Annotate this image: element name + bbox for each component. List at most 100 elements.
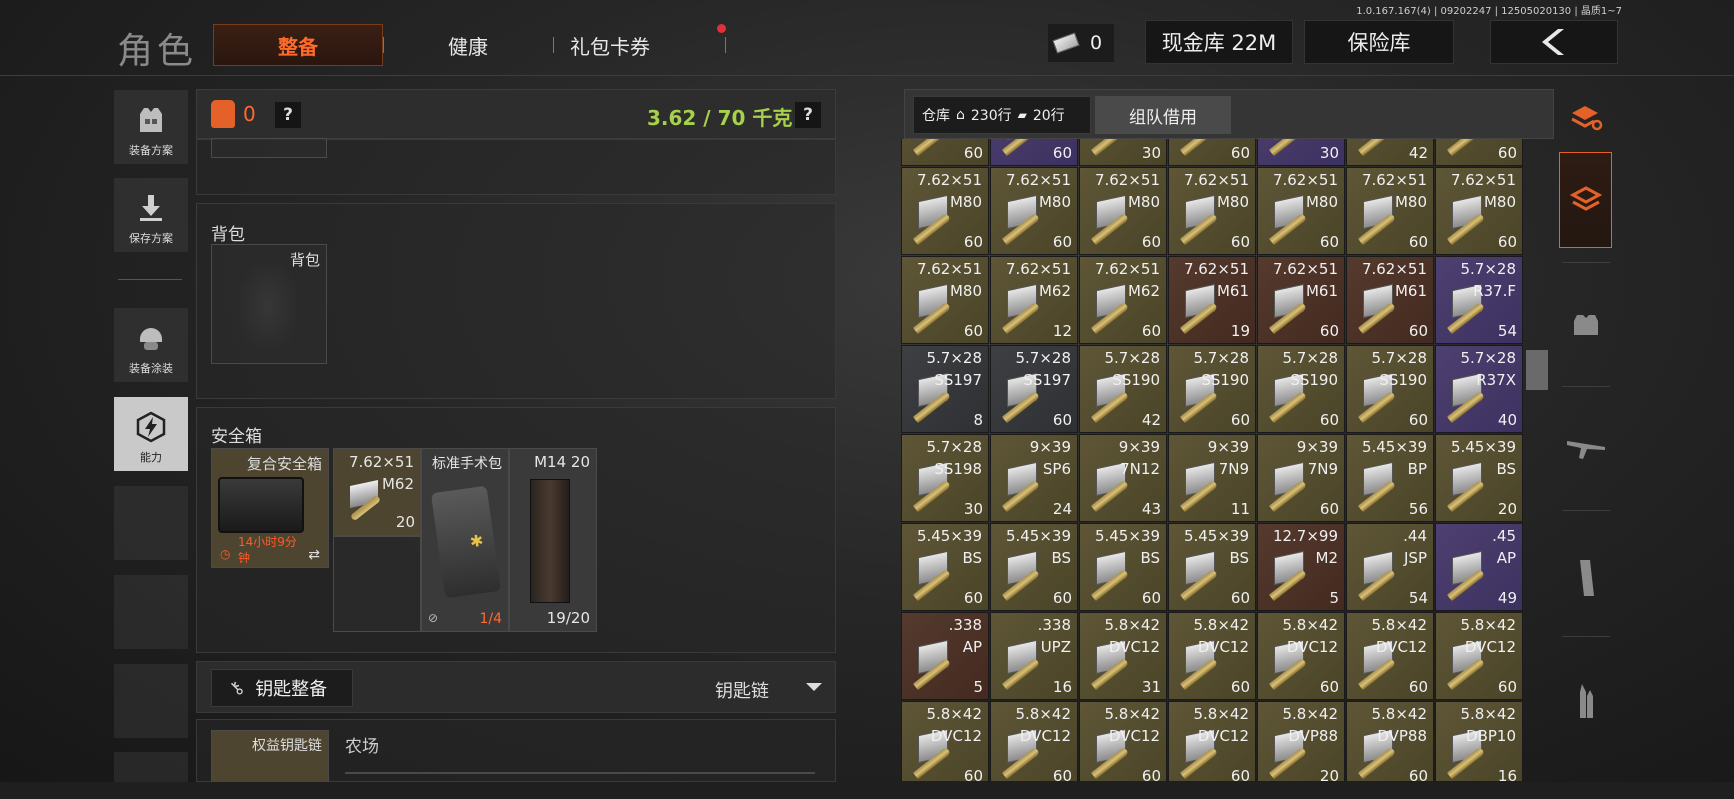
sidebar-item-loadout-plans[interactable]: 装备方案 (114, 90, 188, 164)
ammo-type: M62 (1127, 282, 1160, 300)
ammo-type: DVC12 (1375, 638, 1427, 656)
cash-vault-button[interactable]: 现金库 22M (1145, 20, 1293, 64)
ammo-cell[interactable]: 9×39 7N9 60 (1257, 434, 1345, 522)
ammo-cell[interactable]: 5.7×28 SS197 60 (990, 345, 1078, 433)
warehouse-scrollbar[interactable] (1526, 350, 1548, 390)
ammo-cell[interactable]: 7.62×51 M80 60 (901, 256, 989, 344)
rifle-icon[interactable] (1560, 422, 1612, 474)
all-items-icon[interactable] (1560, 174, 1612, 226)
ammo-caliber: 5.8×42 (1104, 705, 1160, 723)
ammo-cell[interactable]: 12.7×99 M2 5 (1257, 523, 1345, 611)
ammo-cell[interactable]: 7.62×51 M80 60 (1168, 167, 1256, 255)
download-icon (135, 192, 167, 224)
ammo-caliber: 5.8×42 (1193, 616, 1249, 634)
ammo-cell[interactable]: 7.62×51 M62 12 (990, 256, 1078, 344)
ammo-cell[interactable]: 5.8×42 DVC12 60 (1168, 701, 1256, 781)
keychain-dropdown-label[interactable]: 钥匙链 (715, 677, 769, 703)
ammo-count: 8 (973, 411, 983, 429)
ammo-cell[interactable]: 30 (1079, 139, 1167, 166)
ammo-cell[interactable]: 5.45×39 BS 60 (1079, 523, 1167, 611)
ammo-cell[interactable]: 5.45×39 BS 60 (1168, 523, 1256, 611)
ammo-cell[interactable]: 7.62×51 M61 60 (1257, 256, 1345, 344)
ammo-cell[interactable]: 5.8×42 DVC12 60 (990, 701, 1078, 781)
safebox-magazine-slot[interactable]: M14 20 19/20 (509, 448, 597, 632)
ammo-count: 60 (1408, 322, 1428, 340)
ammo-cell[interactable]: 5.45×39 BS 60 (990, 523, 1078, 611)
ammo-cell[interactable]: 5.8×42 DVC12 60 (1257, 612, 1345, 700)
safebox-empty-slot[interactable] (333, 536, 421, 632)
ammo-cell[interactable]: 7.62×51 M80 60 (1435, 167, 1523, 255)
ammo-cell[interactable]: .338 UPZ 16 (990, 612, 1078, 700)
backpack-slot[interactable]: 背包 (211, 244, 327, 364)
swap-icon[interactable]: ⇄ (308, 547, 320, 563)
ammo-cell[interactable]: 5.7×28 SS198 30 (901, 434, 989, 522)
ammo-cell[interactable]: 5.8×42 DVC12 60 (1435, 612, 1523, 700)
ammo-cell[interactable]: 5.8×42 DVC12 60 (901, 701, 989, 781)
ammo-cell[interactable]: 60 (901, 139, 989, 166)
ammo-cell[interactable]: 7.62×51 M80 60 (1257, 167, 1345, 255)
ammo-cell[interactable]: 5.8×42 DVP88 20 (1257, 701, 1345, 781)
ammo-cell[interactable]: 7.62×51 M80 60 (901, 167, 989, 255)
ammo-cell[interactable]: 9×39 7N9 11 (1168, 434, 1256, 522)
ammo-cell[interactable]: 5.45×39 BS 20 (1435, 434, 1523, 522)
ammo-cell[interactable]: 60 (1168, 139, 1256, 166)
rail-divider (1562, 636, 1610, 637)
safe-vault-button[interactable]: 保险库 (1304, 20, 1454, 64)
ammo-cell[interactable]: 5.8×42 DVC12 60 (1079, 701, 1167, 781)
ammo-cell[interactable]: 5.7×28 SS190 60 (1168, 345, 1256, 433)
ammo-cell[interactable]: 5.8×42 DVP88 60 (1346, 701, 1434, 781)
sidebar-item-save-plan[interactable]: 保存方案 (114, 178, 188, 252)
ammo-cell[interactable]: 5.8×42 DVC12 31 (1079, 612, 1167, 700)
ammo-cell[interactable]: 9×39 7N12 43 (1079, 434, 1167, 522)
armor-icon[interactable] (1560, 298, 1612, 350)
ticket-icon: ▰ (1017, 108, 1027, 122)
ammo-cell[interactable]: .45 AP 49 (1435, 523, 1523, 611)
ammo-cell[interactable]: 5.45×39 BS 60 (901, 523, 989, 611)
ammo-cell[interactable]: 5.8×42 DVC12 60 (1346, 612, 1434, 700)
chevron-down-icon[interactable] (803, 676, 825, 698)
ammo-cell[interactable]: 7.62×51 M80 60 (990, 167, 1078, 255)
ammo-cell[interactable]: 5.7×28 SS190 60 (1257, 345, 1345, 433)
equipment-slot[interactable] (211, 138, 327, 158)
safebox-case-slot[interactable]: 复合安全箱 14小时9分 ◷ 钟 ⇄ (211, 448, 329, 568)
ammo-cell[interactable]: .338 AP 5 (901, 612, 989, 700)
safebox-ammo-slot[interactable]: 7.62×51 M62 20 (333, 448, 421, 536)
ammo-cell[interactable]: 30 (1257, 139, 1345, 166)
ammo-cell[interactable]: 5.7×28 SS190 42 (1079, 345, 1167, 433)
ammo-icon[interactable] (1560, 676, 1612, 728)
keychain-slot[interactable]: 权益钥匙链 (211, 730, 329, 790)
weight-help-button[interactable]: ? (795, 102, 821, 128)
tab-loadout[interactable]: 整备 (213, 24, 383, 66)
tab-gift-coupons[interactable]: 礼包卡券 (525, 24, 695, 66)
ammo-cell[interactable]: 60 (1435, 139, 1523, 166)
sidebar-item-skins[interactable]: 装备涂装 (114, 308, 188, 382)
ammo-cell[interactable]: 5.7×28 SS197 8 (901, 345, 989, 433)
ammo-cell[interactable]: 42 (1346, 139, 1434, 166)
safebox-medkit-slot[interactable]: 标准手术包 ✱ ⊘ 1/4 (421, 448, 509, 632)
ammo-count: 60 (1052, 767, 1072, 781)
ammo-cell[interactable]: 60 (990, 139, 1078, 166)
team-borrow-button[interactable]: 组队借用 (1095, 96, 1231, 134)
ammo-cell[interactable]: .44 JSP 54 (1346, 523, 1434, 611)
backpack-help-button[interactable]: ? (275, 102, 301, 128)
magazine-icon[interactable] (1560, 552, 1612, 604)
ammo-cell[interactable]: 5.8×42 DVC12 60 (1168, 612, 1256, 700)
ammo-cell[interactable]: 5.8×42 DBP10 16 (1435, 701, 1523, 781)
sidebar-item-ability[interactable]: 能力 (114, 397, 188, 471)
ammo-type: BS (1140, 549, 1160, 567)
ammo-cell[interactable]: 7.62×51 M80 60 (1079, 167, 1167, 255)
back-button[interactable] (1490, 20, 1618, 64)
sort-icon[interactable] (1560, 92, 1612, 144)
ammo-cell[interactable]: 7.62×51 M62 60 (1079, 256, 1167, 344)
ammo-cell[interactable]: 5.7×28 R37.F 54 (1435, 256, 1523, 344)
ammo-caliber: 5.7×28 (1015, 349, 1071, 367)
key-loadout-button[interactable]: ⚷ 钥匙整备 (211, 669, 353, 707)
ammo-cell[interactable]: 7.62×51 M61 19 (1168, 256, 1256, 344)
ammo-cell[interactable]: 5.7×28 SS190 60 (1346, 345, 1434, 433)
ammo-cell[interactable]: 5.45×39 BP 56 (1346, 434, 1434, 522)
ammo-cell[interactable]: 7.62×51 M61 60 (1346, 256, 1434, 344)
ammo-cell[interactable]: 9×39 SP6 24 (990, 434, 1078, 522)
ammo-cell[interactable]: 5.7×28 R37X 40 (1435, 345, 1523, 433)
ammo-cell[interactable]: 7.62×51 M80 60 (1346, 167, 1434, 255)
warehouse-scroll-track[interactable] (1525, 139, 1549, 781)
